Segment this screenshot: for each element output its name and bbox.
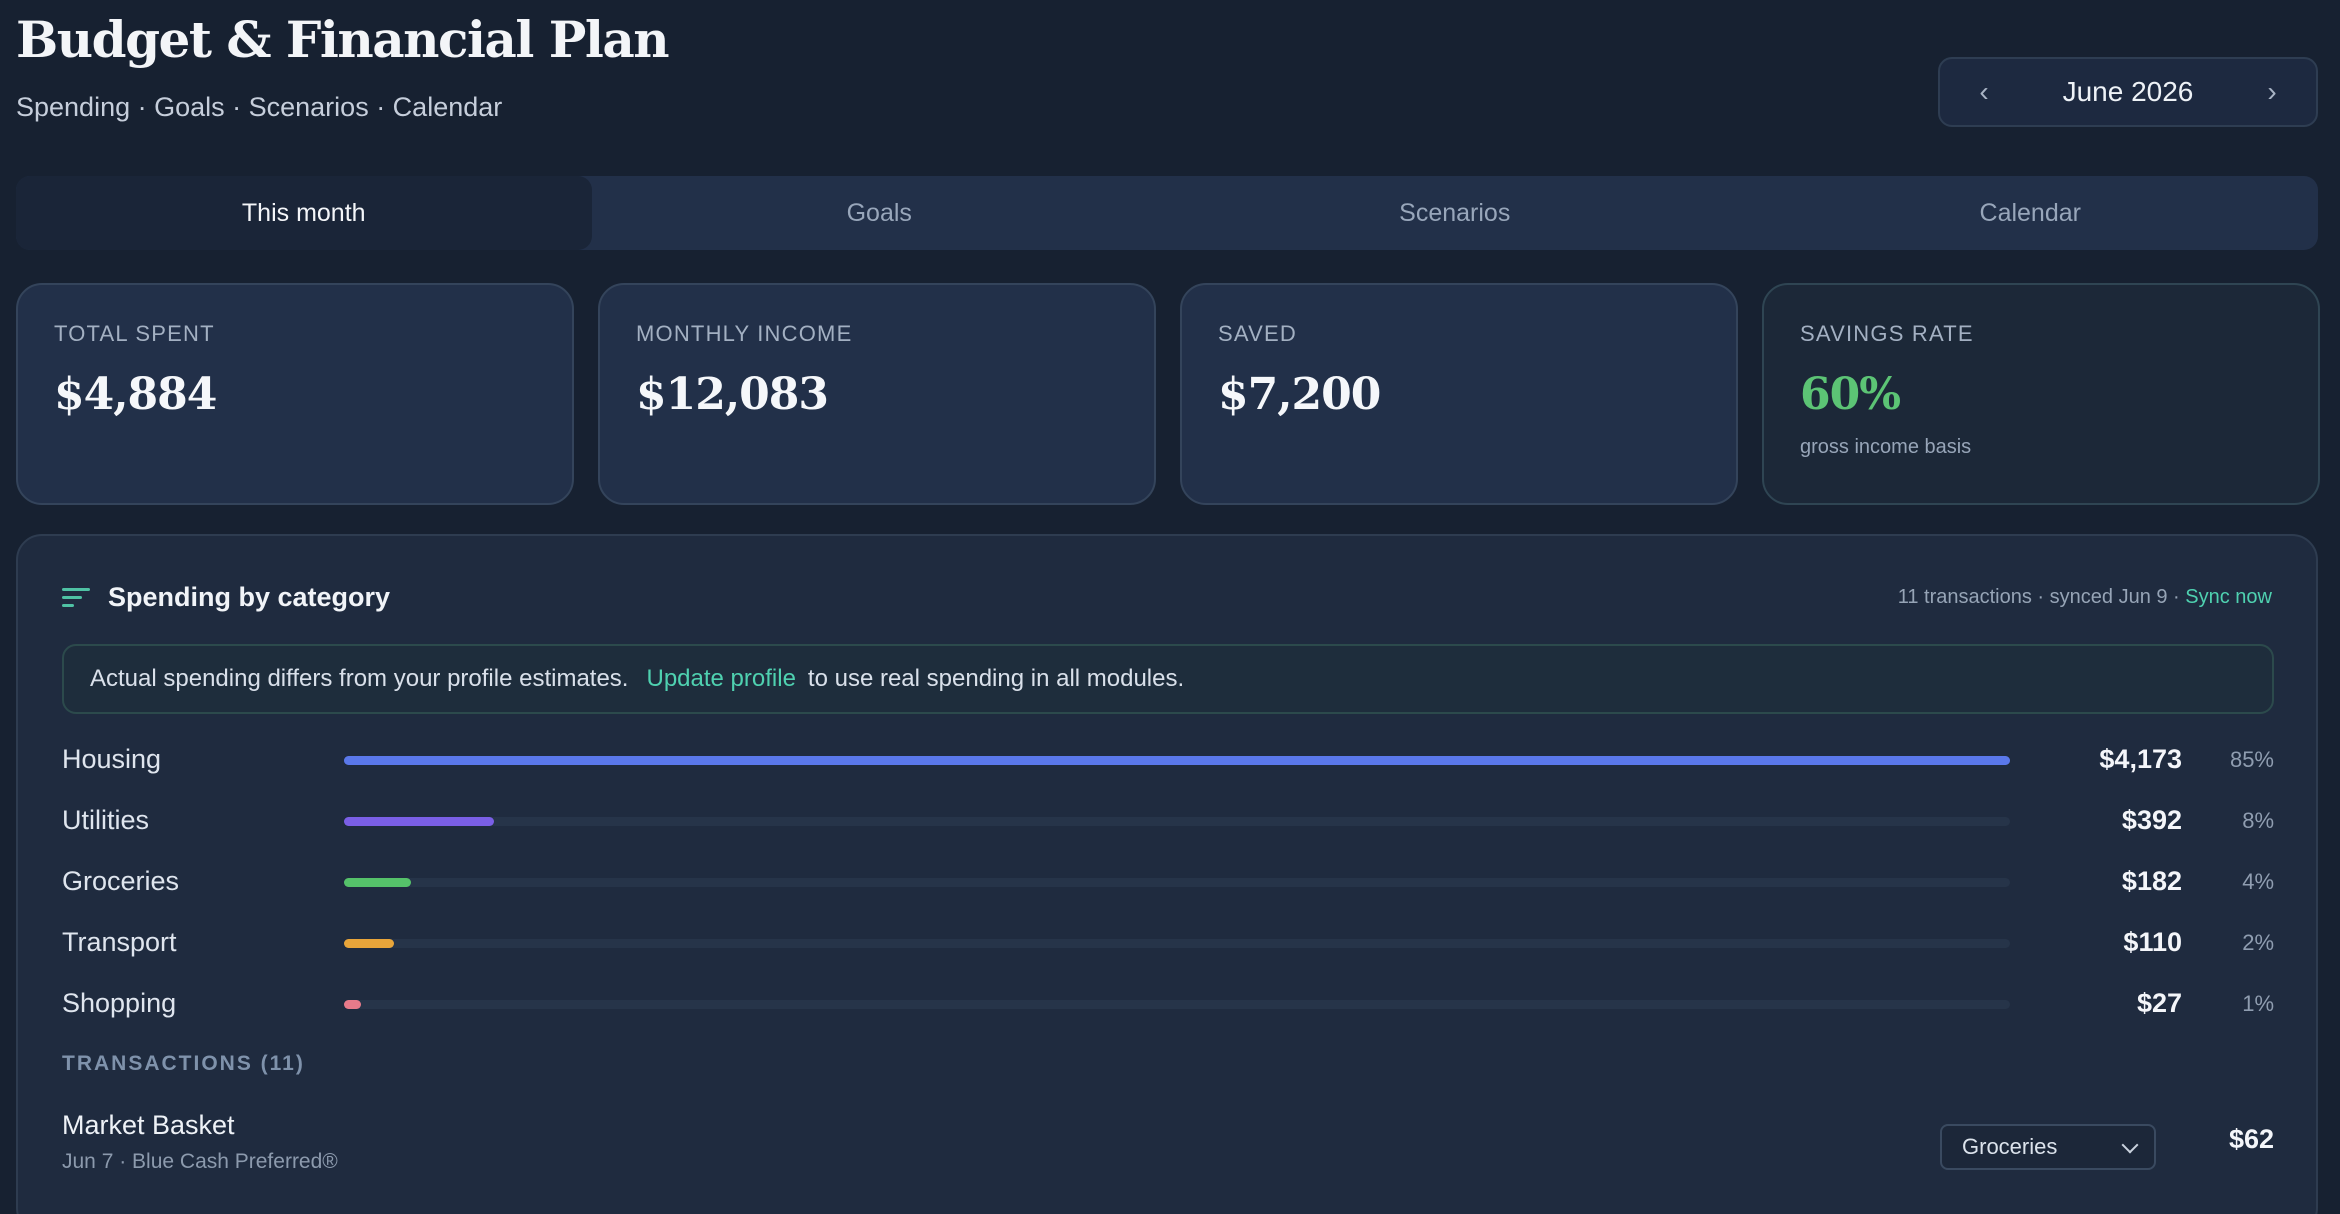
month-navigator: ‹ June 2026 › — [1938, 57, 2318, 127]
tab-goals[interactable]: Goals — [592, 176, 1168, 250]
list-icon — [62, 586, 92, 610]
transaction-merchant: Market Basket — [62, 1110, 235, 1140]
current-month: June 2026 — [2062, 76, 2194, 107]
category-row-transport: Transport $110 2% — [62, 923, 2274, 963]
category-row-groceries: Groceries $182 4% — [62, 862, 2274, 902]
category-amount: $4,173 — [2099, 744, 2182, 774]
update-profile-link[interactable]: Update profile — [646, 665, 795, 693]
category-bar-track — [344, 756, 2010, 765]
category-select[interactable]: Groceries — [1940, 1124, 2156, 1170]
total-spent-value: $4,884 — [54, 369, 217, 420]
chevron-down-icon — [2121, 1136, 2139, 1154]
category-bar-track — [344, 939, 2010, 948]
saved-card: SAVED $7,200 — [1180, 283, 1738, 505]
category-name: Transport — [62, 927, 177, 957]
savings-rate-card: SAVINGS RATE 60% gross income basis — [1762, 283, 2320, 505]
category-percent: 8% — [2242, 808, 2274, 833]
spending-title: Spending by category — [108, 582, 391, 612]
total-spent-label: TOTAL SPENT — [54, 321, 215, 346]
category-bar-track — [344, 878, 2010, 887]
category-bar-fill — [344, 939, 394, 948]
tab-calendar[interactable]: Calendar — [1743, 176, 2319, 250]
category-percent: 4% — [2242, 869, 2274, 894]
spending-header: Spending by category — [62, 582, 390, 613]
category-row-housing: Housing $4,173 85% — [62, 740, 2274, 780]
category-amount: $27 — [2136, 988, 2182, 1018]
category-select-value: Groceries — [1962, 1134, 2058, 1159]
category-percent: 1% — [2242, 991, 2274, 1016]
category-bar-fill — [344, 1000, 361, 1009]
notice-text: Actual spending differs from your profil… — [90, 665, 629, 692]
tab-bar: This month Goals Scenarios Calendar — [16, 176, 2318, 250]
spending-panel: Spending by category 11 transactions · s… — [16, 534, 2318, 1214]
transaction-row: Market Basket Jun 7 · Blue Cash Preferre… — [62, 1110, 2274, 1190]
notice-text-after: to use real spending in all modules. — [807, 665, 1185, 692]
chevron-left-icon[interactable]: ‹ — [1972, 76, 1996, 108]
category-amount: $392 — [2121, 805, 2182, 835]
category-row-shopping: Shopping $27 1% — [62, 984, 2274, 1024]
category-name: Housing — [62, 744, 162, 774]
budget-page: Budget & Financial Plan Spending · Goals… — [0, 0, 2340, 1214]
category-bar-fill — [344, 756, 2010, 765]
category-percent: 2% — [2242, 930, 2274, 955]
category-bar-fill — [344, 878, 411, 887]
saved-value: $7,200 — [1218, 369, 1381, 420]
category-percent: 85% — [2229, 747, 2274, 772]
category-amount: $182 — [2121, 866, 2182, 896]
savings-rate-note: gross income basis — [1800, 436, 1972, 458]
profile-notice: Actual spending differs from your profil… — [62, 644, 2274, 714]
category-bar-track — [344, 817, 2010, 826]
transaction-amount: $62 — [2228, 1124, 2274, 1154]
savings-rate-value: 60% — [1800, 369, 1901, 420]
total-spent-card: TOTAL SPENT $4,884 — [16, 283, 574, 505]
category-name: Groceries — [62, 866, 180, 896]
sync-now-link[interactable]: Sync now — [2185, 586, 2272, 608]
sync-status: 11 transactions · synced Jun 9 · — [1897, 586, 2186, 608]
category-row-utilities: Utilities $392 8% — [62, 801, 2274, 841]
monthly-income-label: MONTHLY INCOME — [636, 321, 853, 346]
savings-rate-label: SAVINGS RATE — [1800, 321, 1974, 346]
category-name: Shopping — [62, 988, 177, 1018]
page-subtitle: Spending · Goals · Scenarios · Calendar — [16, 92, 503, 122]
transactions-heading: TRANSACTIONS (11) — [62, 1052, 305, 1075]
category-amount: $110 — [2123, 927, 2182, 957]
tab-scenarios[interactable]: Scenarios — [1167, 176, 1743, 250]
tab-this-month[interactable]: This month — [16, 176, 592, 250]
category-bar-track — [344, 1000, 2010, 1009]
category-name: Utilities — [62, 805, 150, 835]
monthly-income-card: MONTHLY INCOME $12,083 — [598, 283, 1156, 505]
category-bar-fill — [344, 817, 494, 826]
saved-label: SAVED — [1218, 321, 1297, 346]
page-title: Budget & Financial Plan — [16, 10, 670, 69]
sync-meta: 11 transactions · synced Jun 9 · Sync no… — [1898, 586, 2272, 609]
chevron-right-icon[interactable]: › — [2260, 76, 2284, 108]
monthly-income-value: $12,083 — [636, 369, 829, 420]
transaction-detail: Jun 7 · Blue Cash Preferred® — [62, 1150, 338, 1173]
